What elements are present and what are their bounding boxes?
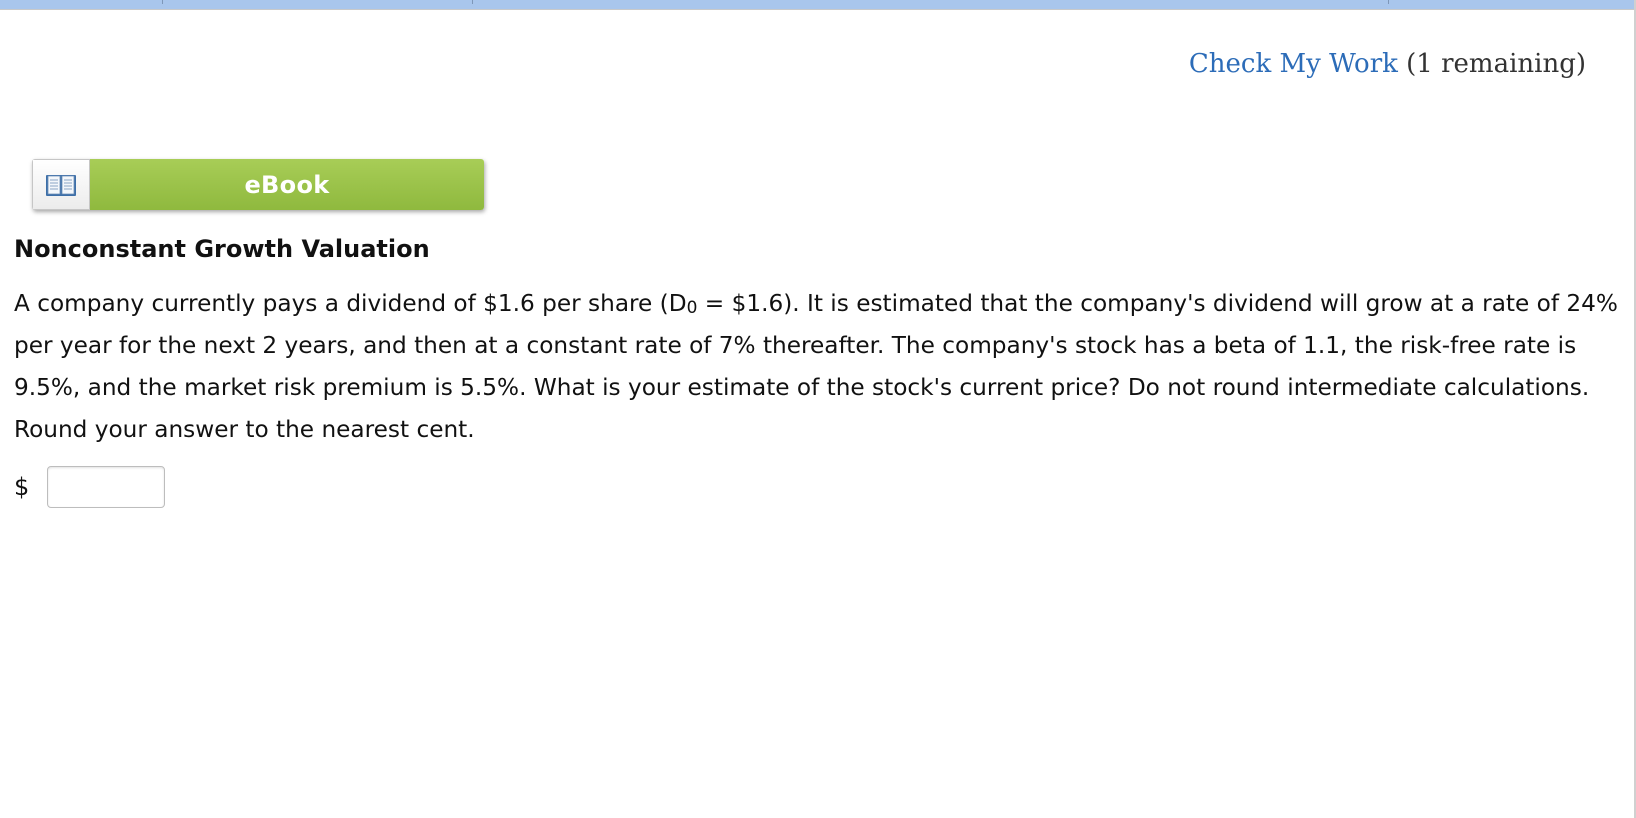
ebook-button[interactable]: eBook	[32, 159, 484, 210]
attempts-remaining: (1 remaining)	[1406, 49, 1586, 79]
check-my-work-link[interactable]: Check My Work	[1189, 49, 1398, 79]
strip-tick	[1388, 0, 1389, 4]
strip-tick	[472, 0, 473, 4]
ebook-icon-box	[32, 159, 90, 210]
top-strip	[0, 0, 1636, 10]
ebook-label: eBook	[90, 159, 484, 210]
question-title: Nonconstant Growth Valuation	[14, 235, 430, 263]
dividend-subscript: 0	[686, 298, 698, 318]
check-work-area: Check My Work (1 remaining)	[1189, 44, 1586, 84]
answer-input[interactable]	[47, 466, 166, 508]
strip-tick	[162, 0, 163, 4]
question-text: A company currently pays a dividend of $…	[14, 283, 1624, 451]
answer-row: $	[14, 466, 166, 508]
question-text-part1: A company currently pays a dividend of $…	[14, 290, 687, 317]
currency-symbol: $	[14, 473, 30, 501]
open-book-icon	[46, 174, 76, 196]
